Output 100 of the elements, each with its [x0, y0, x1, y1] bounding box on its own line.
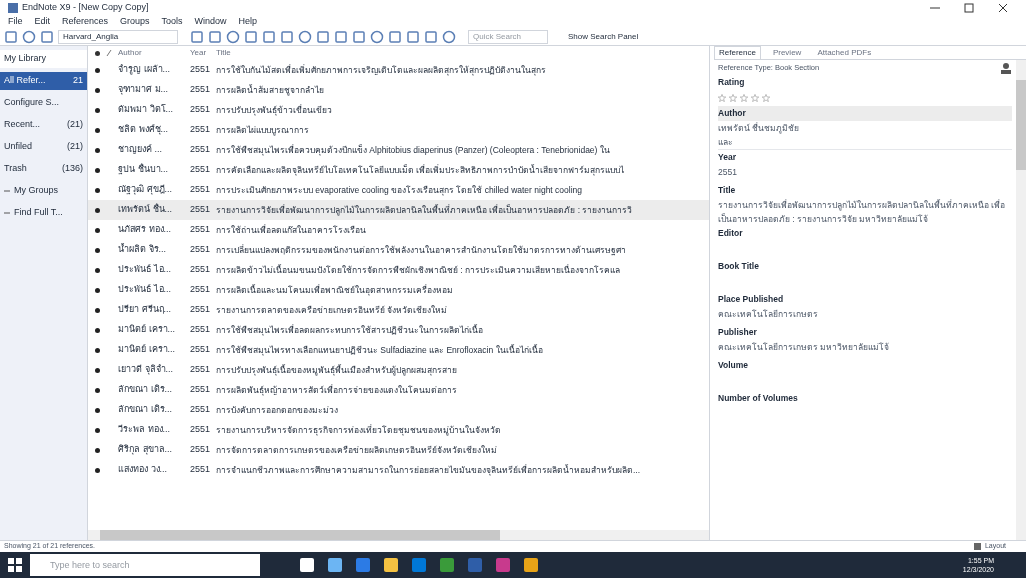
title-cell: การจำแนกชีวภาพและการศึกษาความสามารถในการย่อยสลายไขมันของจุลินทรีย์เพื่อการผลิตน้ำหอมสำหรับผลิต... [216, 463, 641, 477]
author-cell-text: ลักขณา เดิร... [118, 383, 173, 397]
taskbar-app-icon[interactable] [328, 558, 342, 572]
menu-item[interactable]: Tools [161, 15, 183, 29]
reference-row[interactable]: จำรูญ เผล้า... 2551 การใช้ใบกันไม้สดเพื่อเพิ่มศักยภาพการเจริญเติบโตและผลผลิตสุกรให้สุกรปฏิบัติงานในสุกร [88, 60, 709, 80]
reference-row[interactable]: น้ำผลิต จิร... 2551 การเปลี่ยนแปลงพฤติกรรมของพนักงานต่อการใช้พลังงานในอาคารสำนักงานโดยใช้มาตรการทางด้านเศรษฐศา [88, 240, 709, 260]
reference-row[interactable]: ชลิต พงศ์ชุ... 2551 การผลิตไผ่แบบบูรณาการ [88, 120, 709, 140]
unread-dot-icon [94, 127, 100, 133]
title-cell: การผลิตไผ่แบบบูรณาการ [216, 123, 309, 137]
unread-dot-icon [94, 227, 100, 233]
reference-row[interactable]: มานิตย์ เครา... 2551 การใช้พืชสมุนไพรทางเลือกแทนยาปฏิชีวนะ Sulfadiazine และ Enrofloxacin ในเนื้อไก่เนื้อ [88, 340, 709, 360]
author-cell-text: มานิตย์ เครา... [118, 323, 176, 337]
menu-item[interactable]: Groups [120, 15, 150, 29]
search-panel-link[interactable]: Show Search Panel [568, 30, 639, 43]
reference-row[interactable]: วีระพล ทอง... 2551 รายงานการบริหารจัดการธุรกิจการท่องเที่ยวโดยชุมชนของหมู่บ้านในจังหวัด [88, 420, 709, 440]
library-header[interactable]: My Library [0, 50, 87, 68]
year-cell-text: 2551 [190, 143, 212, 157]
author-cell-text: ชลิต พงศ์ชุ... [118, 123, 169, 137]
title-cell: การผลิตเนื้อและนมโคนมเพื่อพาณิชย์ในอุตสาหกรรมเครื่องหอม [216, 283, 453, 297]
field-value[interactable]: 2551 [718, 165, 1012, 179]
reference-row[interactable]: มานิตย์ เครา... 2551 การใช้พืชสมุนไพรเพื่อลดผลกระทบการใช้สารปฏิชีวนะในการผลิตไก่เนื้อ [88, 320, 709, 340]
year-cell-text: 2551 [190, 303, 212, 317]
sidebar-item[interactable]: All Refer... 21 [0, 72, 87, 90]
year-cell-text: 2551 [190, 103, 212, 117]
reference-row[interactable]: ประพันธ์ ไอ... 2551 การผลิตข้าวไม่เนื้อนมขนมปังโดยใช้การจัดการพืชผักเชิงพาณิชย์ : การประเมินความเสียหายเนื่องจากโรคแล [88, 260, 709, 280]
close-button[interactable] [998, 3, 1008, 13]
author-cell-text: นภัสศร ทอง... [118, 223, 172, 237]
read-status-icon[interactable] [94, 50, 100, 56]
collapse-icon[interactable] [4, 188, 10, 194]
menu-item[interactable]: Help [238, 15, 258, 29]
reference-row[interactable]: ประพันธ์ ไอ... 2551 การผลิตเนื้อและนมโคนมเพื่อพาณิชย์ในอุตสาหกรรมเครื่องหอม [88, 280, 709, 300]
menu-item[interactable]: Edit [34, 15, 51, 29]
unread-dot-icon [94, 427, 100, 433]
field-value[interactable]: คณะเทคโนโลยีการเกษตร มหาวิทยาลัยแม่โจ้ [718, 340, 1012, 354]
sidebar-item[interactable]: Configure S... [0, 94, 87, 112]
windows-start-icon[interactable] [8, 558, 22, 572]
field-value[interactable]: และ [718, 135, 1012, 149]
menu-item[interactable]: Window [194, 15, 227, 29]
window-title: EndNote X9 - [New Copy Copy] [22, 1, 149, 15]
author-cell-text: เทพรัตน์ ชื่น... [118, 203, 173, 217]
title-cell: การใช้พืชสมุนไพรเพื่อลดผลกระทบการใช้สารปฏิชีวนะในการผลิตไก่เนื้อ [216, 323, 483, 337]
menu-item[interactable]: File [8, 15, 23, 29]
unread-dot-icon [94, 327, 100, 333]
column-header[interactable]: Year [190, 47, 216, 59]
reference-row[interactable]: ฐปน ชื่นบา... 2551 การคัดเลือกและผลิตจุลินทรีย์ไบโอเทคโนโลยีแบบเม็ด เพื่อเพิ่มประสิทธิภาพการบำบัดน้ำเสียจากฟาร์มสุกรแบบไ [88, 160, 709, 180]
author-cell-text: ฐปน ชื่นบา... [118, 163, 169, 177]
group-header[interactable]: My Groups [0, 182, 87, 200]
paperclip-icon[interactable] [106, 49, 112, 57]
panel-tab[interactable]: Attached PDFs [813, 46, 876, 59]
year-cell-text: 2551 [190, 203, 212, 217]
reference-row[interactable]: ลักขณา เดิร... 2551 การผลิตพันธุ์หญ้าอาหารสัตว์เพื่อการจ่ายของแดงในโคนมต่อการ [88, 380, 709, 400]
taskbar-app-icon[interactable] [384, 558, 398, 572]
group-header[interactable]: Find Full T... [0, 204, 87, 222]
maximize-button[interactable] [964, 3, 974, 13]
field-label: Rating [718, 76, 746, 89]
vertical-scrollbar[interactable] [1016, 60, 1026, 540]
field-value[interactable]: รายงานการวิจัยเพื่อพัฒนาการปลูกไม้ในการผลิตปลานิลในพื้นที่ภาคเหนือ เพื่อเป็นอาหารปลอดภัย : รายงานการวิจัย มหาวิทยาลัยแม่โจ้ [718, 198, 1012, 226]
horizontal-scrollbar[interactable] [88, 530, 709, 540]
reference-row[interactable]: ศิริกุล สุขาล... 2551 การจัดการตลาดการเกษตรของเครือข่ายผลิตเกษตรอินทรีย์จังหวัดเชียงใหม่ [88, 440, 709, 460]
reference-row[interactable]: ชาญยงค์ ... 2551 การใช้พืชสมุนไพรเพื่อควบคุมด้วงปีกแข็ง Alphitobius diaperinus (Panzer) (Coleoptera : Tenebrionidae) ใน [88, 140, 709, 160]
field-value[interactable]: คณะเทคโนโลยีการเกษตร [718, 307, 1012, 321]
menu-item[interactable]: References [62, 15, 109, 29]
style-dropdown[interactable]: Harvard_Anglia [58, 29, 178, 44]
column-header[interactable]: Author [118, 47, 190, 59]
column-header[interactable]: Title [216, 47, 231, 59]
app-icon [8, 3, 18, 13]
author-cell-text: จำรูญ เผล้า... [118, 63, 171, 77]
reference-row[interactable]: ลักขณา เดิร... 2551 การบังคับการออกดอกของมะม่วง [88, 400, 709, 420]
field-value[interactable]: เทพรัตน์ ชื่นชมภูมิชัย [718, 121, 1012, 135]
collapse-icon[interactable] [4, 210, 10, 216]
reference-row[interactable]: นภัสศร ทอง... 2551 การใช้ถ่านเพื่อลดแก๊สในอาคารโรงเรือน [88, 220, 709, 240]
taskbar-search-field[interactable]: Type here to search [30, 554, 260, 576]
sidebar-item[interactable]: Unfiled (21) [0, 138, 87, 156]
reference-row[interactable]: เทพรัตน์ ชื่น... 2551 รายงานการวิจัยเพื่อพัฒนาการปลูกไม้ในการผลิตปลานิลในพื้นที่ภาคเหนือ เพื่อเป็นอาหารปลอดภัย : รายงานการวิ [88, 200, 709, 220]
year-cell-text: 2551 [190, 443, 212, 457]
title-cell: การคัดเลือกและผลิตจุลินทรีย์ไบโอเทคโนโลยีแบบเม็ด เพื่อเพิ่มประสิทธิภาพการบำบัดน้ำเสียจากฟาร์มสุกรแบบไ [216, 163, 625, 177]
unread-dot-icon [94, 307, 100, 313]
year-cell-text: 2551 [190, 423, 212, 437]
year-cell-text: 2551 [190, 83, 212, 97]
sidebar-item[interactable]: Trash (136) [0, 160, 87, 178]
title-cell: รายงานการตลาดของเครือข่ายเกษตรอินทรีย์ จังหวัดเชียงใหม่ [216, 303, 448, 317]
unread-dot-icon [94, 447, 100, 453]
unread-dot-icon [94, 287, 100, 293]
unread-dot-icon [94, 267, 100, 273]
taskbar-app-icon[interactable] [524, 558, 538, 572]
reference-row[interactable]: ณัฐวุฒิ ศุขฎี... 2551 การประเมินศักยภาพระบบ evaporative cooling ของโรงเรือนสุกร โดยใช้ chilled water night cooling [88, 180, 709, 200]
year-cell-text: 2551 [190, 363, 212, 377]
panel-tab[interactable]: Preview [768, 46, 806, 59]
title-cell: การใช้ถ่านเพื่อลดแก๊สในอาคารโรงเรือน [216, 223, 366, 237]
unread-dot-icon [94, 387, 100, 393]
sidebar-item[interactable]: Recent... (21) [0, 116, 87, 134]
reference-row[interactable]: จุฑามาศ ม... 2551 การผลิตน้ำส้มสายชูจากลำไย [88, 80, 709, 100]
reference-row[interactable]: ปรียา ศรีนฤ... 2551 รายงานการตลาดของเครือข่ายเกษตรอินทรีย์ จังหวัดเชียงใหม่ [88, 300, 709, 320]
year-cell-text: 2551 [190, 63, 212, 77]
reference-row[interactable]: แสงทอง วง... 2551 การจำแนกชีวภาพและการศึกษาความสามารถในการย่อยสลายไขมันของจุลินทรีย์เพื่อการผลิตน้ำหอมสำหรับผลิต... [88, 460, 709, 480]
reference-row[interactable]: ดัมพมา วิตโ... 2551 การปรับปรุงพันธุ์ข้าวเขื่อนเขียว [88, 100, 709, 120]
taskbar-app-icon[interactable] [300, 558, 314, 572]
title-cell: การผลิตพันธุ์หญ้าอาหารสัตว์เพื่อการจ่ายของแดงในโคนมต่อการ [216, 383, 457, 397]
search-field[interactable]: Quick Search [468, 29, 548, 44]
reference-row[interactable]: เยาวดี จุลิจำ... 2551 การปรับปรุงพันธุ์เนื้อของหมูพันธุ์พื้นเมืองสำหรับผู้ปลูกผสมสุกรสาย [88, 360, 709, 380]
